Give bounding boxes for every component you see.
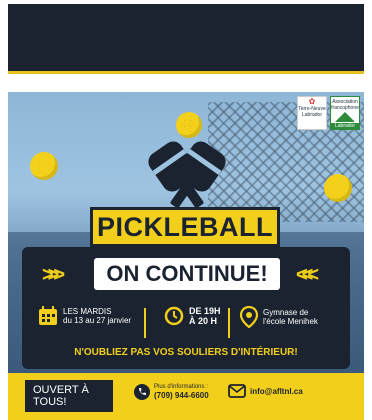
shoes-reminder: N'OUBLIEZ PAS VOS SOULIERS D'INTÉRIEUR!: [74, 347, 298, 358]
open-to-all-badge: OUVERT À TOUS!: [24, 379, 114, 413]
email-address: info@afltnl.ca: [250, 386, 303, 396]
poster-title: PICKLEBALL: [97, 211, 273, 242]
flag-icon: ✿: [308, 97, 316, 106]
pickleball-icon: [30, 152, 58, 180]
subtitle-box: ON CONTINUE!: [94, 258, 280, 290]
phone-number: (709) 944-6600: [154, 391, 209, 400]
partner-logos: ✿ Terre-Neuve Labrador Association franc…: [297, 96, 360, 130]
mountain-icon: [335, 112, 355, 122]
terre-neuve-logo: ✿ Terre-Neuve Labrador: [297, 96, 327, 130]
event-poster: ✿ Terre-Neuve Labrador Association franc…: [8, 92, 364, 420]
title-box: PICKLEBALL: [90, 207, 280, 247]
time-info: DE 19H À 20 H: [164, 306, 221, 326]
chevrons-right-icon: >>>: [42, 264, 65, 286]
association-logo: Association francophone Labrador: [330, 96, 360, 130]
clock-icon: [164, 306, 184, 326]
phone-contact: Plus d'informations : (709) 944-6600: [134, 384, 209, 400]
calendar-icon: [39, 306, 57, 325]
top-banner: [8, 4, 364, 74]
divider: [228, 308, 230, 338]
poster-subtitle: ON CONTINUE!: [106, 261, 268, 286]
date-info: LES MARDIS du 13 au 27 janvier: [38, 306, 135, 326]
pickleball-icon: [324, 174, 352, 202]
location-info: Gymnase de l'école Menihek: [240, 306, 318, 328]
location-pin-icon: [240, 306, 258, 328]
chevrons-left-icon: <<<: [296, 264, 319, 286]
envelope-icon: [228, 384, 246, 398]
email-contact: info@afltnl.ca: [228, 384, 303, 398]
divider: [144, 308, 146, 338]
phone-icon: [134, 384, 150, 400]
